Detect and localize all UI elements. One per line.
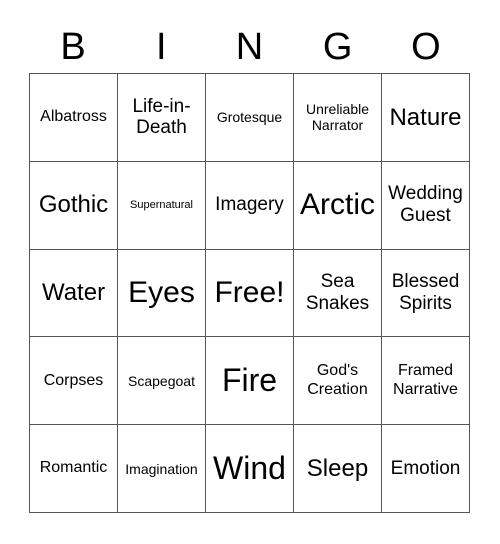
bingo-cell[interactable]: Life-in-Death [118, 74, 206, 162]
bingo-cell[interactable]: Wind [206, 425, 294, 513]
bingo-cell[interactable]: Unreliable Narrator [294, 74, 382, 162]
bingo-cell[interactable]: Romantic [30, 425, 118, 513]
bingo-cell[interactable]: Imagination [118, 425, 206, 513]
header-letter-o: O [411, 26, 441, 68]
bingo-cell[interactable]: Fire [206, 337, 294, 426]
bingo-cell[interactable]: Eyes [118, 249, 206, 338]
bingo-cell[interactable]: Imagery [206, 161, 294, 250]
bingo-cell[interactable]: Gothic [30, 161, 118, 250]
bingo-cell[interactable]: Framed Narrative [382, 337, 470, 426]
bingo-grid: Albatross Life-in-Death Grotesque Unreliabl… [29, 73, 470, 513]
bingo-cell[interactable]: Emotion [382, 425, 470, 513]
header-letter-b: B [60, 26, 86, 68]
bingo-cell[interactable]: Free! [206, 249, 294, 338]
bingo-cell[interactable]: Grotesque [206, 74, 294, 162]
bingo-cell[interactable]: Scapegoat [118, 337, 206, 426]
bingo-cell[interactable]: Wedding Guest [382, 161, 470, 250]
bingo-cell[interactable]: Supernatural [118, 161, 206, 250]
bingo-cell[interactable]: Nature [382, 74, 470, 162]
bingo-header: B I N G O [29, 22, 470, 72]
bingo-cell[interactable]: Sea Snakes [294, 249, 382, 338]
bingo-cell[interactable]: God's Creation [294, 337, 382, 426]
bingo-cell[interactable]: Corpses [30, 337, 118, 426]
bingo-cell[interactable]: Water [30, 249, 118, 338]
header-letter-g: G [322, 26, 353, 68]
bingo-cell[interactable]: Arctic [294, 161, 382, 250]
bingo-cell[interactable]: Albatross [30, 74, 118, 162]
bingo-cell[interactable]: Blessed Spirits [382, 249, 470, 338]
header-letter-i: I [156, 26, 167, 68]
header-letter-n: N [235, 26, 264, 68]
bingo-cell[interactable]: Sleep [294, 425, 382, 513]
